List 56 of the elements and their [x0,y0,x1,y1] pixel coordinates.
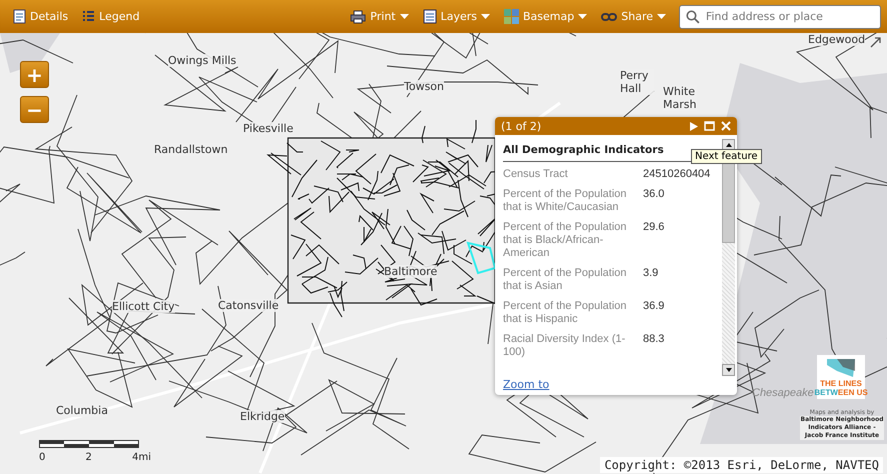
place-label: Perry Hall [620,69,654,95]
place-label: White Marsh [663,85,697,111]
grid-icon [504,9,520,24]
zoom-in-button[interactable]: + [20,61,49,88]
scale-label: 2 [86,452,92,463]
attribute-value: 88.3 [643,333,664,347]
caret-icon [578,14,588,20]
list-icon [82,10,96,24]
attribute-value: 36.9 [643,300,664,314]
link-icon [601,12,618,22]
attribute-label: Percent of the Population that is Asian [503,267,628,293]
expand-icon[interactable] [870,37,881,48]
place-label: Ellicott City [112,300,175,313]
place-label: Pikesville [243,122,294,135]
attribute-label: Racial Diversity Index (1-100) [503,333,626,359]
tooltip: Next feature [691,149,762,164]
zoom-out-button[interactable]: − [20,96,49,123]
caret-icon [481,14,490,20]
attribute-label: Percent of the Population that is Hispanic [503,300,628,326]
next-icon[interactable] [690,122,698,130]
attribute-value: 3.9 [643,267,658,281]
place-label: Edgewood [808,33,866,46]
place-label: Towson [404,80,444,93]
copyright-text: Copyright: ©2013 Esri, DeLorme, NAVTEQ [600,457,883,473]
scale-label: 0 [39,452,46,463]
share-menu[interactable]: Share [596,8,671,25]
details-button[interactable]: Details [8,7,74,26]
document-icon [13,9,26,24]
zoom-to-link[interactable]: Zoom to [495,376,737,395]
legend-button[interactable]: Legend [77,8,145,26]
search-field[interactable]: Find address or place [679,4,881,28]
place-label: Owings Mills [168,54,236,67]
place-label: Columbia [56,404,108,417]
maximize-icon[interactable] [704,121,715,131]
caret-icon [657,14,666,20]
layers-menu[interactable]: Layers [418,7,496,26]
place-label: Elkridge [240,410,285,423]
scale-label: 4mi [132,452,151,463]
attribute-label: Census Tract [503,168,569,181]
basemap-menu[interactable]: Basemap [499,7,592,26]
print-menu[interactable]: Print [345,8,414,26]
attribute-value: 24510260404 [643,168,710,181]
logo: THE LINES BETWEEN US [817,355,865,399]
attribute-label: Percent of the Population that is White/Caucasian [503,188,628,214]
attribute-label: Percent of the Population that is Black/African-American [503,221,628,260]
printer-icon [350,10,366,24]
document-icon [422,9,437,24]
search-icon [686,10,700,24]
place-label: Catonsville [218,299,279,312]
caret-icon [400,14,409,20]
close-icon[interactable] [721,121,731,131]
place-label: Baltimore [384,265,438,278]
attribute-value: 29.6 [643,221,664,235]
place-label: Randallstown [154,143,228,156]
attribute-value: 36.0 [643,188,664,202]
feature-counter: (1 of 2) [501,120,542,132]
